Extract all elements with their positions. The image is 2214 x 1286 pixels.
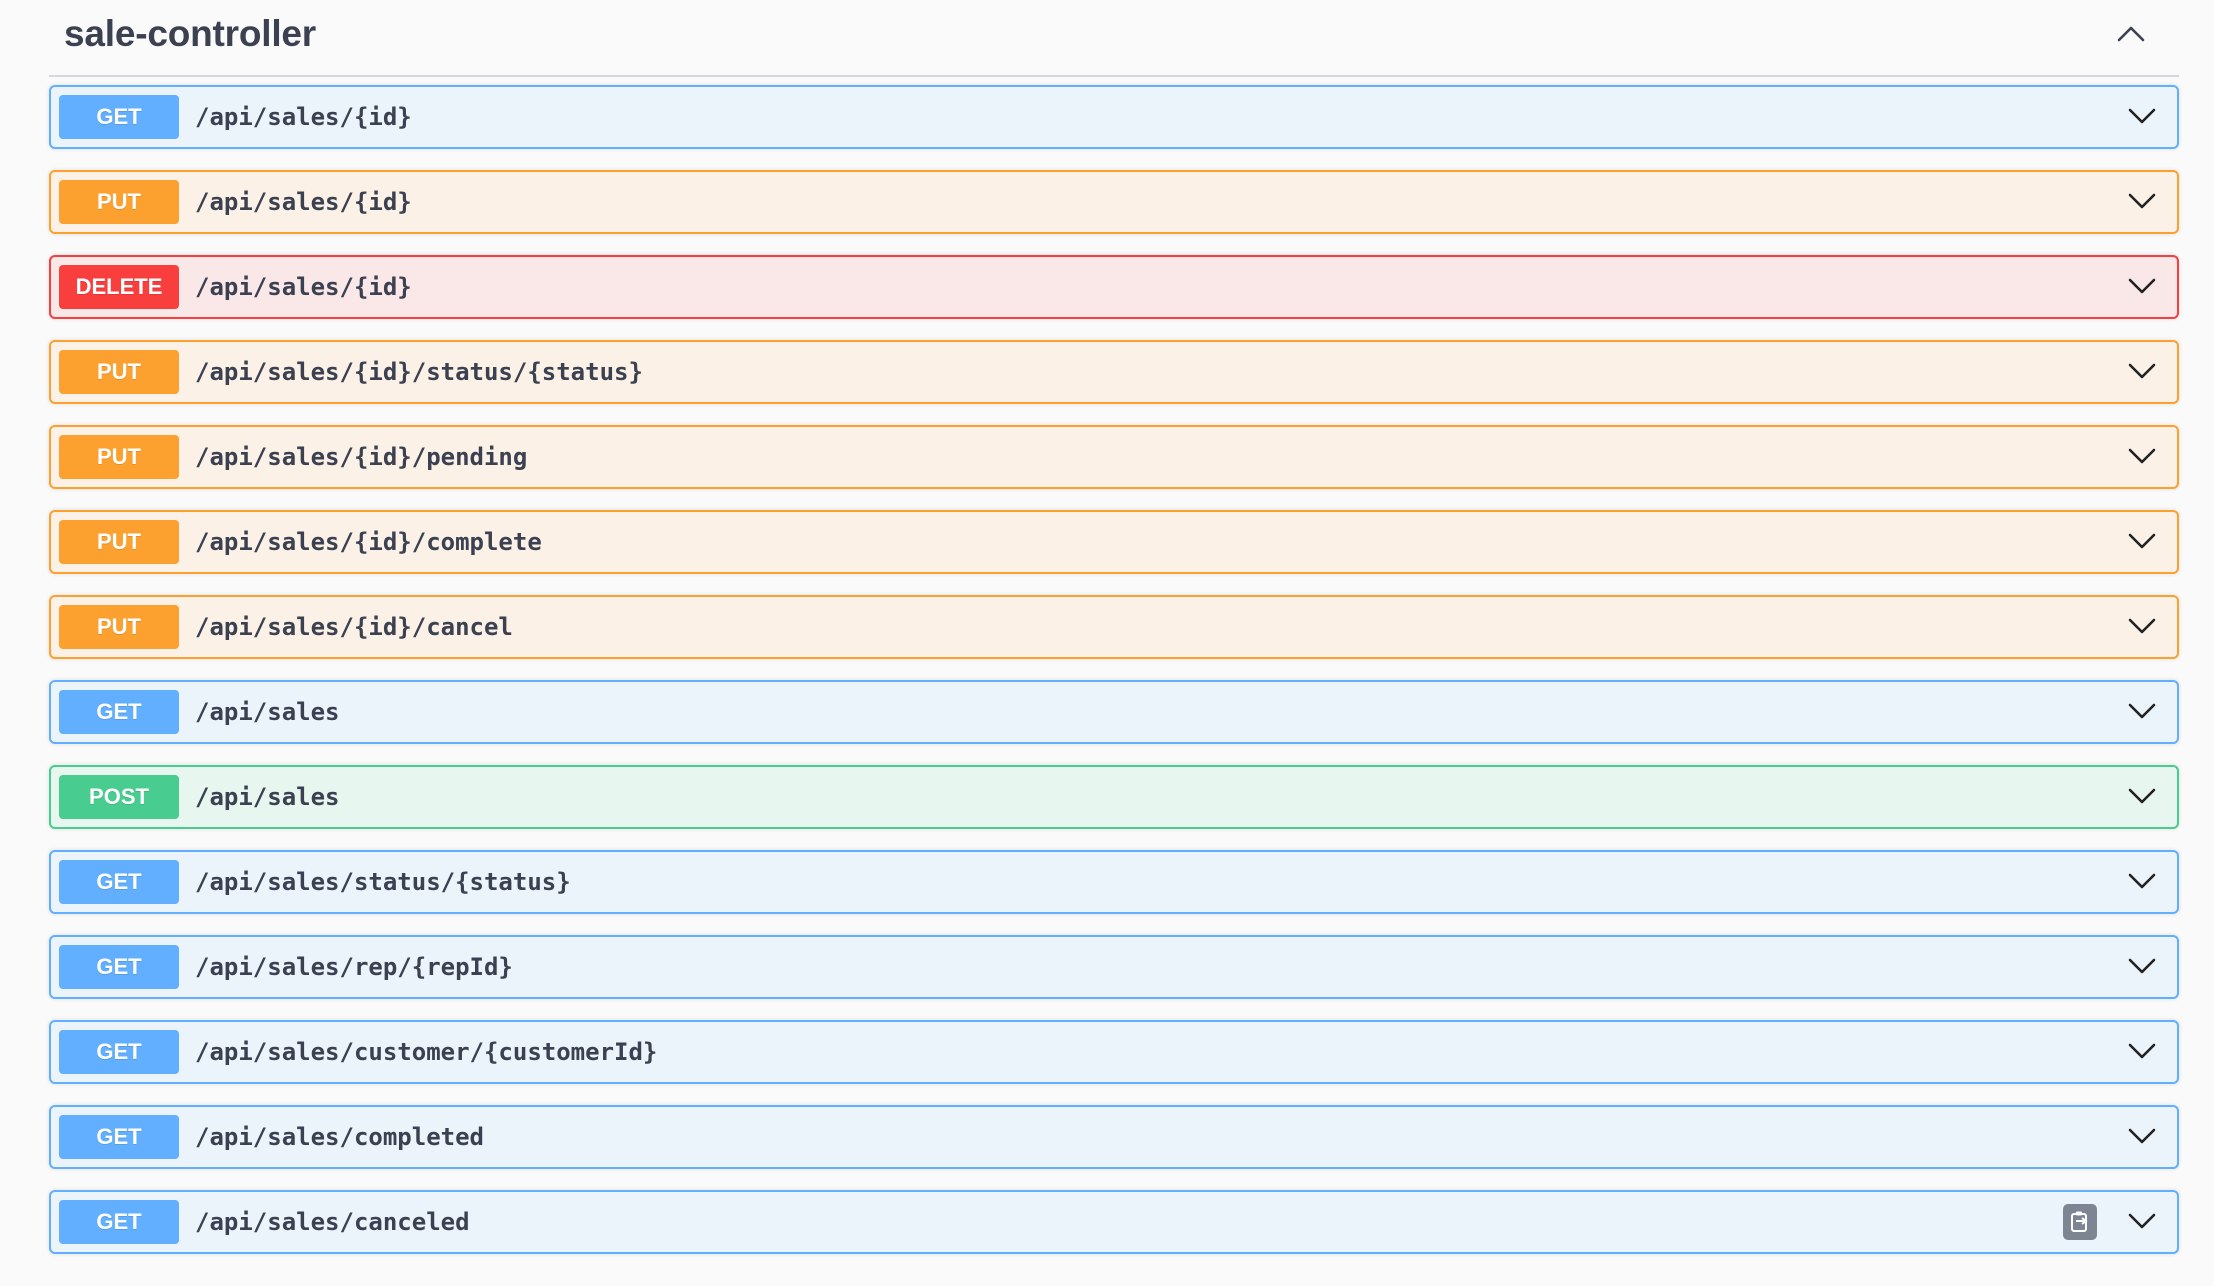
operation-row-get[interactable]: GET/api/sales/rep/{repId} [49,935,2179,999]
chevron-down-icon[interactable] [2125,951,2159,981]
chevron-up-icon[interactable] [2113,20,2149,48]
endpoint-path: /api/sales/{id} [195,103,412,131]
endpoint-path: /api/sales/rep/{repId} [195,953,513,981]
method-badge: PUT [59,180,179,224]
chevron-down-icon[interactable] [2125,101,2159,131]
chevron-down-icon[interactable] [2125,526,2159,556]
endpoint-path: /api/sales/{id}/complete [195,528,542,556]
method-badge: GET [59,860,179,904]
method-badge: DELETE [59,265,179,309]
endpoint-path: /api/sales/{id}/cancel [195,613,513,641]
sale-controller-section: sale-controller GET/api/sales/{id} PUT/ap… [49,0,2179,1254]
chevron-down-icon[interactable] [2125,1206,2159,1236]
operation-row-put[interactable]: PUT/api/sales/{id}/status/{status} [49,340,2179,404]
operation-row-get[interactable]: GET/api/sales/canceled [49,1190,2179,1254]
copy-icon[interactable] [2063,1204,2097,1240]
chevron-down-icon[interactable] [2125,696,2159,726]
chevron-down-icon[interactable] [2125,1121,2159,1151]
method-badge: GET [59,1200,179,1244]
method-badge: GET [59,1030,179,1074]
method-badge: PUT [59,350,179,394]
chevron-down-icon[interactable] [2125,186,2159,216]
method-badge: GET [59,1115,179,1159]
chevron-down-icon[interactable] [2125,271,2159,301]
operation-row-put[interactable]: PUT/api/sales/{id} [49,170,2179,234]
chevron-down-icon[interactable] [2125,866,2159,896]
operation-row-get[interactable]: GET/api/sales/customer/{customerId} [49,1020,2179,1084]
operation-row-get[interactable]: GET/api/sales [49,680,2179,744]
method-badge: PUT [59,520,179,564]
section-title: sale-controller [64,13,316,54]
method-badge: POST [59,775,179,819]
endpoint-path: /api/sales/{id} [195,188,412,216]
chevron-down-icon[interactable] [2125,356,2159,386]
endpoint-path: /api/sales/completed [195,1123,484,1151]
method-badge: PUT [59,435,179,479]
endpoint-path: /api/sales/{id} [195,273,412,301]
section-header[interactable]: sale-controller [49,0,2179,77]
method-badge: GET [59,690,179,734]
chevron-down-icon[interactable] [2125,781,2159,811]
operation-row-post[interactable]: POST/api/sales [49,765,2179,829]
chevron-down-icon[interactable] [2125,441,2159,471]
operation-row-get[interactable]: GET/api/sales/{id} [49,85,2179,149]
endpoint-path: /api/sales [195,783,340,811]
operation-row-put[interactable]: PUT/api/sales/{id}/pending [49,425,2179,489]
endpoint-path: /api/sales/status/{status} [195,868,571,896]
endpoint-path: /api/sales/{id}/status/{status} [195,358,643,386]
method-badge: GET [59,945,179,989]
endpoint-path: /api/sales/canceled [195,1208,470,1236]
chevron-down-icon[interactable] [2125,1036,2159,1066]
method-badge: GET [59,95,179,139]
method-badge: PUT [59,605,179,649]
endpoint-path: /api/sales [195,698,340,726]
operation-row-delete[interactable]: DELETE/api/sales/{id} [49,255,2179,319]
endpoint-path: /api/sales/{id}/pending [195,443,528,471]
operation-row-put[interactable]: PUT/api/sales/{id}/complete [49,510,2179,574]
operation-row-put[interactable]: PUT/api/sales/{id}/cancel [49,595,2179,659]
endpoint-path: /api/sales/customer/{customerId} [195,1038,658,1066]
operation-row-get[interactable]: GET/api/sales/status/{status} [49,850,2179,914]
chevron-down-icon[interactable] [2125,611,2159,641]
operation-row-get[interactable]: GET/api/sales/completed [49,1105,2179,1169]
